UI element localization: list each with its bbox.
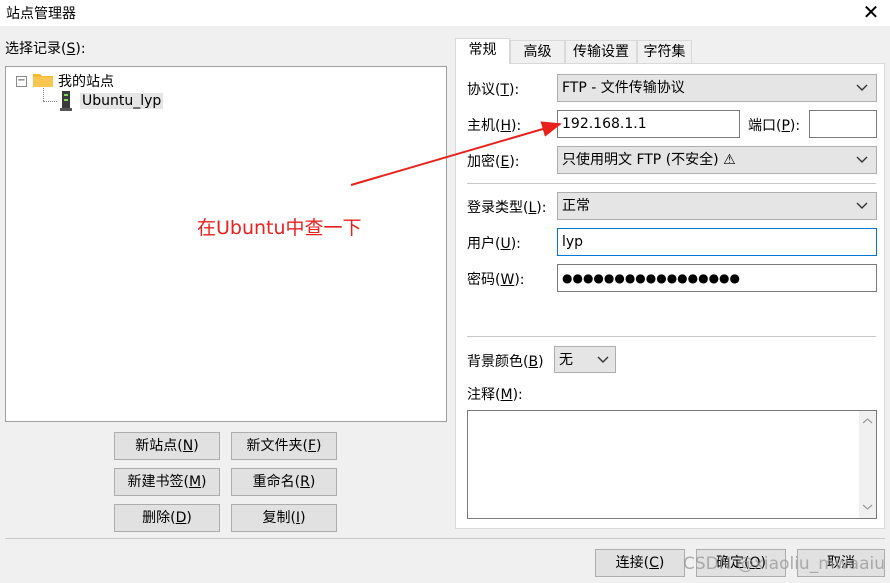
encryption-select[interactable]: 只使用明文 FTP (不安全) ⚠ — [557, 146, 877, 174]
comments-textarea[interactable] — [467, 410, 877, 519]
annotation-text: 在Ubuntu中查一下 — [197, 217, 362, 239]
port-label: 端口(P): — [748, 118, 801, 134]
chevron-down-icon — [856, 202, 868, 209]
scroll-up-icon[interactable] — [862, 417, 873, 425]
watermark: CSDN @xiaoliu_mwaaiu — [683, 554, 885, 574]
comments-label: 注释(M): — [467, 387, 523, 403]
connect-button[interactable]: 连接(C) — [595, 549, 685, 577]
background-color-label: 背景颜色(B) — [467, 354, 544, 370]
tab-transfer-settings[interactable]: 传输设置 — [565, 40, 637, 64]
logon-type-label: 登录类型(L): — [467, 200, 547, 216]
new-folder-button[interactable]: 新文件夹(F) — [231, 432, 337, 460]
tab-advanced[interactable]: 高级 — [510, 40, 565, 64]
tree-connector — [43, 88, 44, 101]
site-tree[interactable]: − 我的站点 Ubuntu_lyp — [5, 66, 447, 422]
divider — [467, 183, 876, 184]
tree-connector — [43, 101, 57, 102]
tab-general[interactable]: 常规 — [455, 38, 510, 64]
user-label: 用户(U): — [467, 236, 521, 252]
collapse-icon[interactable]: − — [16, 76, 27, 87]
background-color-value: 无 — [559, 352, 573, 368]
background-color-select[interactable]: 无 — [554, 346, 616, 373]
new-site-button[interactable]: 新站点(N) — [114, 432, 220, 460]
chevron-down-icon — [856, 84, 868, 91]
delete-button[interactable]: 删除(D) — [114, 504, 220, 532]
tab-charset[interactable]: 字符集 — [637, 40, 692, 64]
encryption-label: 加密(E): — [467, 154, 520, 170]
protocol-value: FTP - 文件传输协议 — [562, 80, 685, 96]
copy-button[interactable]: 复制(I) — [231, 504, 337, 532]
scroll-down-icon[interactable] — [862, 503, 873, 511]
tree-root-label[interactable]: 我的站点 — [58, 71, 114, 91]
new-bookmark-button[interactable]: 新建书签(M) — [114, 468, 220, 496]
host-label: 主机(H): — [467, 118, 522, 134]
comments-scrollbar[interactable] — [859, 411, 876, 518]
logon-type-select[interactable]: 正常 — [557, 192, 877, 220]
divider — [467, 336, 876, 337]
password-label: 密码(W): — [467, 272, 525, 288]
footer-divider — [5, 538, 885, 539]
window-title: 站点管理器 — [6, 6, 76, 22]
folder-icon — [33, 74, 53, 87]
select-record-label: 选择记录(S): — [5, 41, 86, 57]
encryption-value: 只使用明文 FTP (不安全) ⚠ — [562, 152, 736, 168]
port-input[interactable] — [809, 110, 877, 138]
protocol-label: 协议(T): — [467, 82, 520, 98]
user-input[interactable]: lyp — [557, 228, 877, 256]
tree-item-ubuntu-lyp[interactable]: Ubuntu_lyp — [80, 93, 164, 109]
logon-type-value: 正常 — [562, 198, 590, 214]
chevron-down-icon — [597, 356, 609, 363]
chevron-down-icon — [856, 156, 868, 163]
close-icon[interactable]: ✕ — [858, 0, 884, 26]
server-icon — [60, 91, 72, 111]
protocol-select[interactable]: FTP - 文件传输协议 — [557, 74, 877, 102]
password-input[interactable]: ●●●●●●●●●●●●●●●●● — [557, 264, 877, 292]
rename-button[interactable]: 重命名(R) — [231, 468, 337, 496]
title-bar: 站点管理器 ✕ — [0, 0, 890, 26]
host-input[interactable]: 192.168.1.1 — [557, 110, 740, 138]
